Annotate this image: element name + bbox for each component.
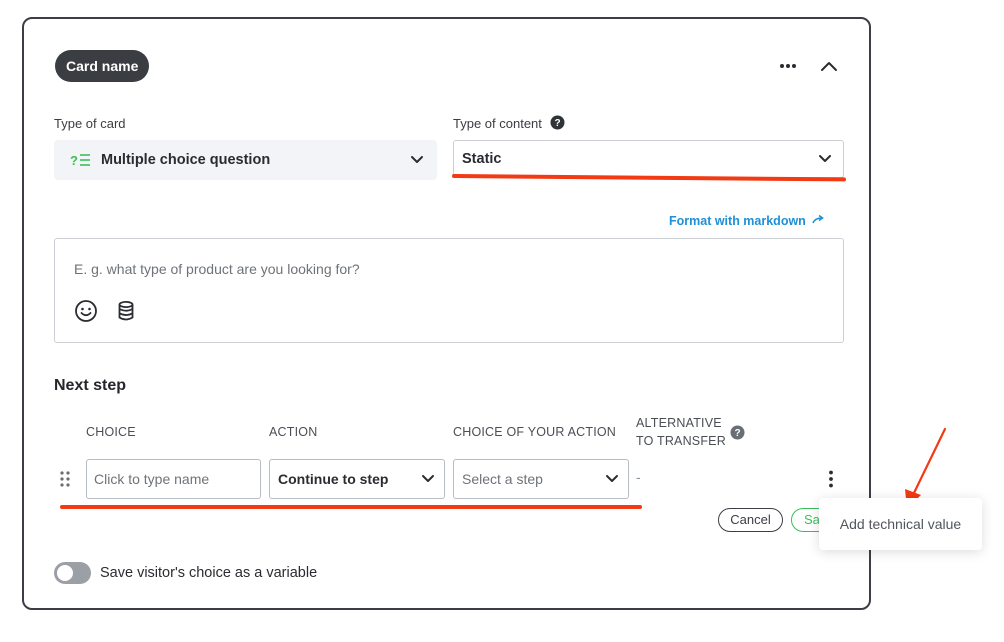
drag-handle-icon[interactable] xyxy=(58,469,72,489)
add-technical-value-menu-item[interactable]: Add technical value xyxy=(819,498,982,550)
column-header-choice: CHOICE xyxy=(86,425,136,439)
step-placeholder: Select a step xyxy=(462,471,543,487)
redo-arrow-icon xyxy=(812,214,825,224)
question-circle-icon: ? xyxy=(550,115,565,130)
database-icon[interactable] xyxy=(114,299,138,323)
next-step-heading: Next step xyxy=(54,377,127,394)
type-of-card-value: Multiple choice question xyxy=(101,152,271,168)
more-options-button[interactable] xyxy=(776,55,800,77)
column-header-action: ACTION xyxy=(269,425,318,439)
column-header-alternative: ALTERNATIVE xyxy=(636,416,722,430)
chevron-down-icon xyxy=(819,155,831,162)
toggle-knob xyxy=(57,565,73,581)
save-variable-label: Save visitor's choice as a variable xyxy=(100,565,318,581)
alternative-value: - xyxy=(636,469,641,485)
type-of-card-label: Type of card xyxy=(54,116,126,131)
chevron-down-icon xyxy=(606,475,618,482)
chevron-down-icon xyxy=(422,475,434,482)
cancel-button[interactable]: Cancel xyxy=(718,508,783,532)
action-select[interactable]: Continue to step xyxy=(269,459,445,499)
format-markdown-link[interactable]: Format with markdown xyxy=(669,214,826,228)
emoji-icon[interactable] xyxy=(74,299,98,323)
chevron-up-icon xyxy=(821,62,837,71)
annotation-underline-row xyxy=(60,505,642,509)
choice-name-input[interactable]: Click to type name xyxy=(86,459,261,499)
choice-name-placeholder: Click to type name xyxy=(94,471,210,487)
svg-text:?: ? xyxy=(70,153,78,168)
type-of-card-select[interactable]: ? Multiple choice question xyxy=(54,140,437,180)
question-circle-icon: ? xyxy=(730,425,745,440)
type-of-content-label: Type of content xyxy=(453,116,542,131)
action-value: Continue to step xyxy=(278,471,389,487)
alternative-help-icon[interactable]: ? xyxy=(730,425,745,440)
format-markdown-label: Format with markdown xyxy=(669,214,806,228)
card-editor: Card name Type of card ? Multiple choice… xyxy=(22,17,871,610)
svg-text:?: ? xyxy=(554,118,560,129)
step-select[interactable]: Select a step xyxy=(453,459,629,499)
svg-text:?: ? xyxy=(734,428,740,439)
column-header-to-transfer: TO TRANSFER xyxy=(636,434,726,448)
multiple-choice-icon: ? xyxy=(70,153,90,168)
chevron-down-icon xyxy=(411,156,423,163)
collapse-card-button[interactable] xyxy=(817,54,841,78)
message-textarea[interactable]: E. g. what type of product are you looki… xyxy=(54,238,844,343)
save-variable-toggle[interactable] xyxy=(54,562,91,584)
help-icon[interactable]: ? xyxy=(550,115,565,130)
column-header-choice-of-action: CHOICE OF YOUR ACTION xyxy=(453,425,617,439)
more-horizontal-icon xyxy=(780,64,796,68)
more-vertical-icon xyxy=(829,470,833,488)
row-more-options-button[interactable] xyxy=(824,469,838,489)
message-placeholder: E. g. what type of product are you looki… xyxy=(74,261,360,277)
type-of-content-value: Static xyxy=(462,151,502,167)
card-name-badge[interactable]: Card name xyxy=(55,50,150,82)
type-of-content-select[interactable]: Static xyxy=(453,140,844,178)
